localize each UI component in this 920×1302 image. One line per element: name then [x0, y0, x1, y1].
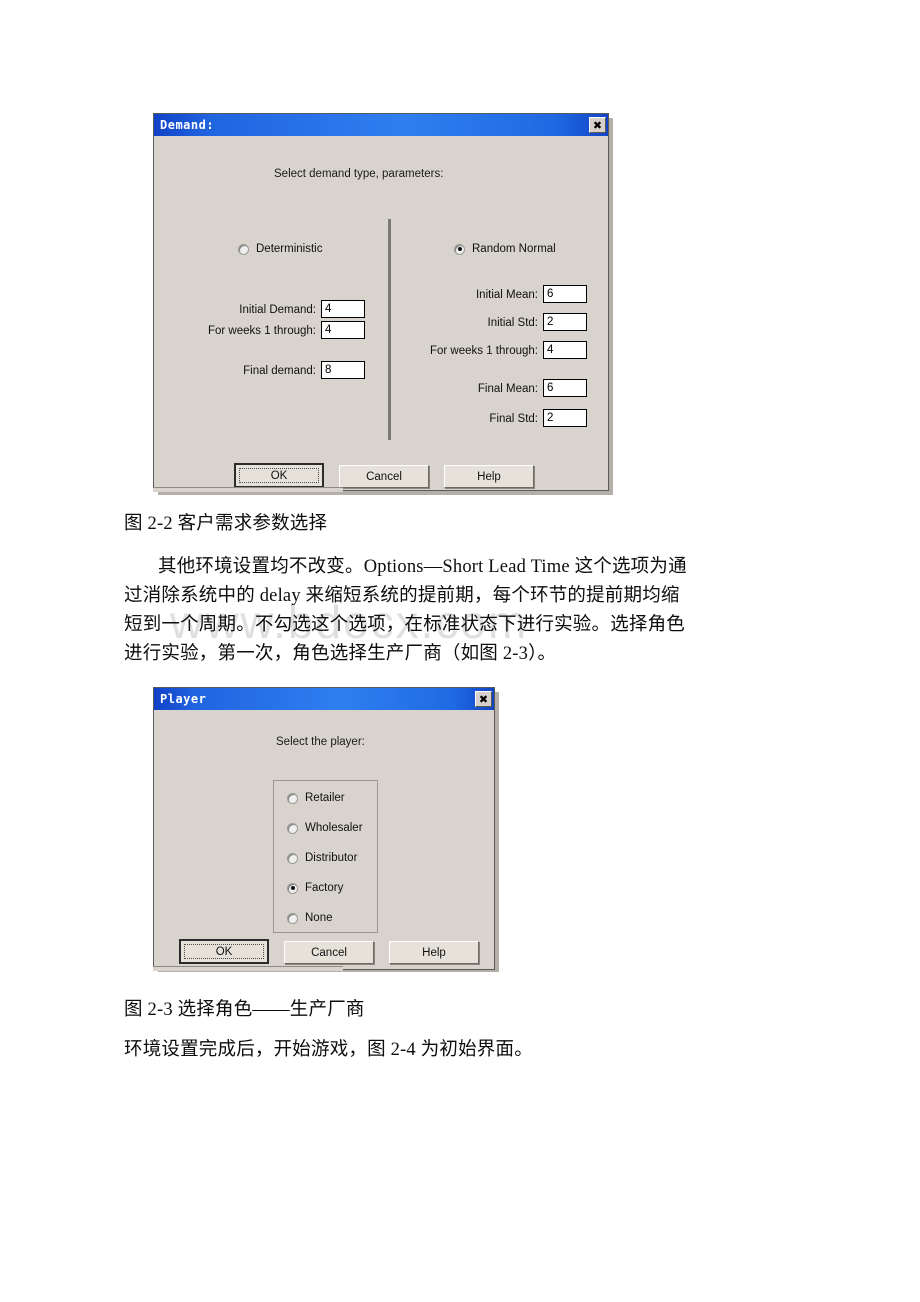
radio-dot-icon — [287, 822, 298, 834]
radio-random-normal[interactable]: Random Normal — [454, 243, 556, 255]
player-dialog[interactable]: Player ✖ Select the player: Retailer Who… — [153, 687, 495, 970]
radio-wholesaler-label: Wholesaler — [305, 822, 363, 834]
initial-std-input[interactable]: 2 — [543, 313, 587, 331]
player-dialog-titlebar[interactable]: Player ✖ — [154, 688, 494, 710]
radio-none-label: None — [305, 912, 333, 924]
player-help-button[interactable]: Help — [389, 941, 479, 964]
figure-caption-2-3: 图 2-3 选择角色——生产厂商 — [124, 1000, 365, 1020]
demand-hint-label: Select demand type, parameters: — [274, 168, 444, 180]
player-ok-button[interactable]: OK — [179, 939, 269, 964]
final-mean-label: Final Mean: — [477, 383, 538, 395]
demand-help-button[interactable]: Help — [444, 465, 534, 488]
final-std-input[interactable]: 2 — [543, 409, 587, 427]
radio-none[interactable]: None — [287, 912, 333, 924]
player-hint-label: Select the player: — [276, 736, 365, 748]
background-window-edge — [153, 966, 343, 971]
initial-demand-input[interactable]: 4 — [321, 300, 365, 318]
radio-distributor-label: Distributor — [305, 852, 358, 864]
radio-dot-icon — [238, 243, 249, 255]
radio-dot-icon — [287, 852, 298, 864]
paragraph-2: 环境设置完成后，开始游戏，图 2-4 为初始界面。 — [124, 1040, 533, 1060]
demand-ok-button[interactable]: OK — [234, 463, 324, 488]
player-cancel-button[interactable]: Cancel — [284, 941, 374, 964]
radio-random-normal-label: Random Normal — [472, 243, 556, 255]
demand-dialog-title: Demand: — [160, 118, 215, 132]
demand-dialog-body: Select demand type, parameters: Determin… — [154, 136, 608, 490]
final-demand-label: Final demand: — [243, 365, 316, 377]
right-for-weeks-label: For weeks 1 through: — [429, 345, 538, 357]
radio-retailer-label: Retailer — [305, 792, 345, 804]
demand-cancel-button[interactable]: Cancel — [339, 465, 429, 488]
radio-distributor[interactable]: Distributor — [287, 852, 357, 864]
radio-dot-icon — [287, 882, 298, 894]
paragraph-line: 过消除系统中的 delay 来缩短系统的提前期，每个环节的提前期均缩 — [124, 586, 680, 606]
radio-wholesaler[interactable]: Wholesaler — [287, 822, 363, 834]
radio-retailer[interactable]: Retailer — [287, 792, 345, 804]
paragraph-line: 进行实验，第一次，角色选择生产厂商（如图 2-3）。 — [124, 644, 557, 664]
demand-dialog[interactable]: Demand: ✖ Select demand type, parameters… — [153, 113, 609, 491]
demand-dialog-titlebar[interactable]: Demand: ✖ — [154, 114, 608, 136]
background-window-edge — [153, 487, 343, 492]
initial-mean-input[interactable]: 6 — [543, 285, 587, 303]
figure-caption-2-2: 图 2-2 客户需求参数选择 — [124, 514, 328, 534]
radio-dot-icon — [287, 912, 298, 924]
initial-demand-label: Initial Demand: — [239, 304, 316, 316]
player-ok-button-label: OK — [184, 944, 264, 959]
player-dialog-body: Select the player: Retailer Wholesaler D… — [154, 710, 494, 969]
radio-deterministic[interactable]: Deterministic — [238, 243, 322, 255]
initial-mean-label: Initial Mean: — [475, 289, 538, 301]
right-for-weeks-input[interactable]: 4 — [543, 341, 587, 359]
column-divider — [388, 219, 391, 440]
close-icon[interactable]: ✖ — [475, 691, 492, 707]
radio-dot-icon — [287, 792, 298, 804]
final-mean-input[interactable]: 6 — [543, 379, 587, 397]
player-dialog-title: Player — [160, 692, 207, 706]
paragraph-line: 短到一个周期。不勾选这个选项，在标准状态下进行实验。选择角色 — [124, 615, 686, 635]
demand-ok-button-label: OK — [239, 468, 319, 483]
left-for-weeks-label: For weeks 1 through: — [207, 325, 316, 337]
radio-dot-icon — [454, 243, 465, 255]
close-icon[interactable]: ✖ — [589, 117, 606, 133]
radio-factory-label: Factory — [305, 882, 344, 894]
final-std-label: Final Std: — [489, 413, 538, 425]
radio-deterministic-label: Deterministic — [256, 243, 323, 255]
radio-factory[interactable]: Factory — [287, 882, 343, 894]
left-for-weeks-input[interactable]: 4 — [321, 321, 365, 339]
paragraph-line: 其他环境设置均不改变。Options—Short Lead Time 这个选项为… — [158, 557, 687, 577]
initial-std-label: Initial Std: — [487, 317, 539, 329]
final-demand-input[interactable]: 8 — [321, 361, 365, 379]
